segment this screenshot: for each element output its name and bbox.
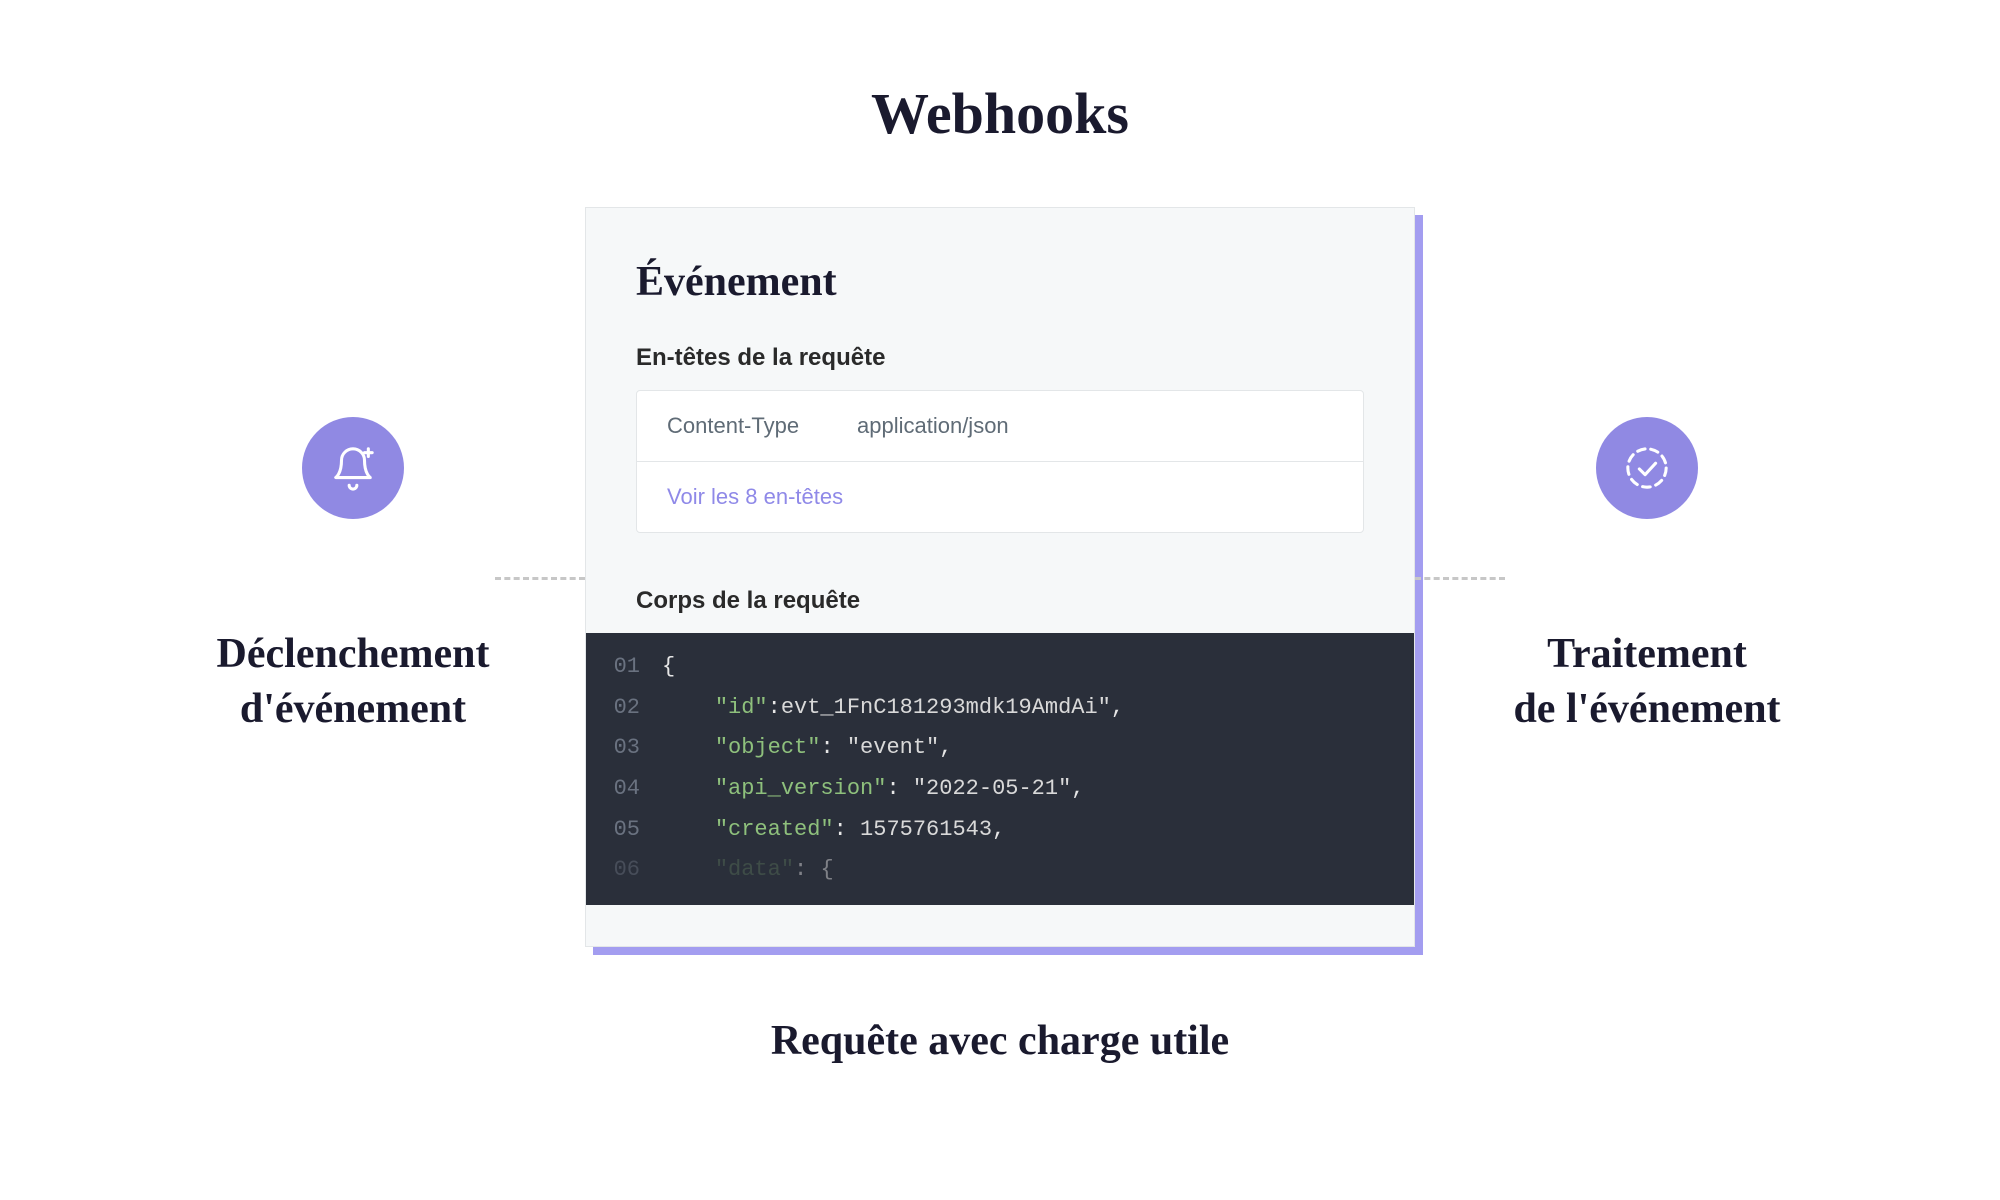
bell-plus-icon (302, 417, 404, 519)
header-row: Content-Type application/json (637, 391, 1363, 462)
payload-card-wrapper: Événement En-têtes de la requête Content… (585, 207, 1415, 947)
left-label: Déclenchement d'événement (217, 627, 490, 736)
header-value: application/json (857, 413, 1009, 439)
page-title: Webhooks (0, 0, 2000, 147)
line-number: 03 (586, 728, 662, 769)
code-text: "data": { (662, 850, 834, 891)
line-number: 05 (586, 810, 662, 851)
right-label: Traitement de l'événement (1513, 627, 1780, 736)
code-block: 01 { 02 "id":evt_1FnC181293mdk19AmdAi", … (586, 633, 1414, 905)
check-dashed-icon (1596, 417, 1698, 519)
headers-link-row: Voir les 8 en-têtes (637, 462, 1363, 532)
diagram-row: Déclenchement d'événement Événement En-t… (0, 207, 2000, 947)
code-line: 04 "api_version": "2022-05-21", (586, 769, 1414, 810)
code-text: "api_version": "2022-05-21", (662, 769, 1085, 810)
right-column: Traitement de l'événement (1457, 417, 1837, 736)
code-line: 01 { (586, 647, 1414, 688)
code-line: 02 "id":evt_1FnC181293mdk19AmdAi", (586, 688, 1414, 729)
headers-box: Content-Type application/json Voir les 8… (636, 390, 1364, 533)
request-body-label: Corps de la requête (636, 587, 1364, 615)
code-line: 05 "created": 1575761543, (586, 810, 1414, 851)
payload-card: Événement En-têtes de la requête Content… (585, 207, 1415, 947)
bottom-caption: Requête avec charge utile (0, 1017, 2000, 1065)
line-number: 04 (586, 769, 662, 810)
code-text: "object": "event", (662, 728, 952, 769)
card-title: Événement (636, 258, 1364, 306)
code-text: "created": 1575761543, (662, 810, 1005, 851)
code-text: "id":evt_1FnC181293mdk19AmdAi", (662, 688, 1124, 729)
line-number: 06 (586, 850, 662, 891)
view-all-headers-link[interactable]: Voir les 8 en-têtes (667, 484, 843, 509)
code-line: 06 "data": { (586, 850, 1414, 891)
line-number: 02 (586, 688, 662, 729)
code-text: { (662, 647, 675, 688)
request-headers-label: En-têtes de la requête (636, 344, 1364, 372)
code-line: 03 "object": "event", (586, 728, 1414, 769)
line-number: 01 (586, 647, 662, 688)
header-key: Content-Type (667, 413, 857, 439)
left-column: Déclenchement d'événement (163, 417, 543, 736)
